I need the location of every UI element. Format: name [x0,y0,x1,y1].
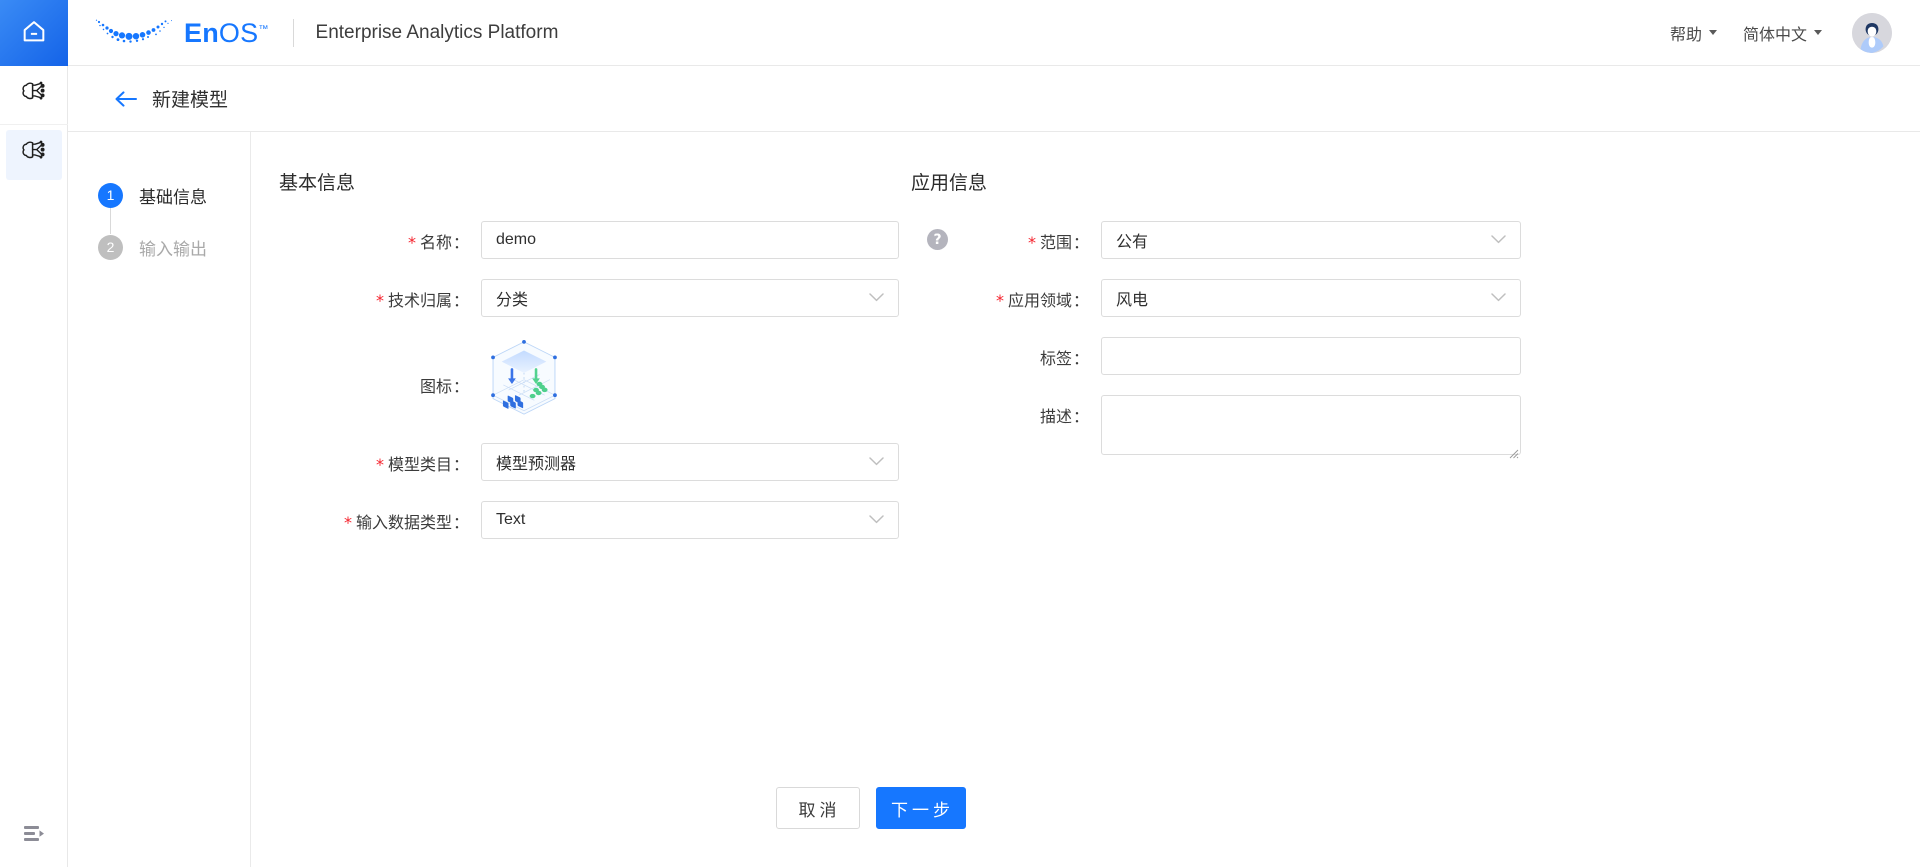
logo-en: En [184,18,219,48]
classification-cube-icon [481,335,567,426]
avatar[interactable] [1852,12,1892,53]
app-title: Enterprise Analytics Platform [315,21,559,43]
field-application-domain-control: 风电 [1101,279,1521,317]
brand-divider [292,18,294,47]
chevron-down-icon [1814,30,1822,35]
name-input[interactable]: demo [481,221,899,259]
field-tech-category: * 技术归属： 分类 [279,279,979,317]
chevron-down-icon [869,511,884,529]
ai-model-icon [20,80,48,111]
cancel-button[interactable]: 取消 [775,787,860,829]
chevron-down-icon [1491,231,1506,249]
logo-tm: ™ [258,24,269,35]
description-textarea[interactable] [1101,395,1521,455]
step-number: 2 [98,234,123,260]
field-input-data-type-control: Text [481,501,899,539]
model-icon-picker[interactable] [481,337,567,423]
step-number: 1 [98,182,123,208]
help-menu[interactable]: 帮助 [1670,21,1717,45]
field-application-domain: * 应用领域： 风电 [911,279,1631,317]
input-data-type-select[interactable]: Text [481,501,899,539]
enos-dots-logo [94,16,178,50]
scope-value: 公有 [1116,234,1149,251]
basic-info-title: 基本信息 [279,173,356,194]
language-menu-label: 简体中文 [1742,26,1807,44]
back-arrow-icon [115,90,137,107]
top-bar-actions: 帮助 简体中文 [1670,12,1892,53]
ai-model-icon [20,139,48,170]
page-body: 1 基础信息 2 输入输出 基本信息 * 名称： demo ? * 技术归属： … [68,132,1920,867]
chevron-down-icon [1708,30,1717,35]
field-description-control [1101,395,1521,460]
field-scope-control: 公有 [1101,221,1521,259]
step-nav: 1 基础信息 2 输入输出 [68,132,251,867]
menu-expand-icon [23,824,45,849]
field-name-label: * 名称： [407,233,469,252]
field-description-label: 描述： [1039,409,1089,426]
field-model-category-label: * 模型类目： [375,455,469,474]
field-tag-control [1101,337,1521,375]
chevron-down-icon [869,289,884,307]
field-tag: 标签： [911,337,1631,375]
step-item-1[interactable]: 1 基础信息 [68,182,250,208]
scope-select[interactable]: 公有 [1101,221,1521,259]
app-root: EnOS™ Enterprise Analytics Platform 帮助 简… [0,0,1920,867]
sidebar-item-ai-2[interactable] [0,125,68,184]
field-input-data-type-label: * 输入数据类型： [343,513,469,532]
model-category-value: 模型预测器 [496,456,577,473]
help-menu-label: 帮助 [1669,26,1702,44]
step-item-2[interactable]: 2 输入输出 [68,234,250,260]
brand[interactable]: EnOS™ [94,16,269,50]
sidebar-item-ai-1[interactable] [0,66,68,125]
field-description: 描述： [911,395,1631,460]
step-label: 基础信息 [139,187,207,207]
user-avatar-icon [1852,12,1892,53]
tech-category-value: 分类 [496,292,529,309]
step-label: 输入输出 [139,239,207,259]
input-data-type-value: Text [496,511,526,528]
sidebar-collapse-button[interactable] [0,805,68,867]
model-category-select[interactable]: 模型预测器 [481,443,899,481]
application-info-section: 应用信息 * 范围： 公有 * 应用领域： 风电 标签： 描述： [911,168,1631,480]
home-button[interactable] [0,0,68,66]
language-menu[interactable]: 简体中文 [1743,21,1822,45]
field-input-data-type: * 输入数据类型： Text [279,501,979,539]
field-tech-category-control: 分类 [481,279,899,317]
application-domain-value: 风电 [1116,292,1149,309]
top-bar: EnOS™ Enterprise Analytics Platform 帮助 简… [68,0,1920,66]
field-application-domain-label: * 应用领域： [995,291,1089,310]
application-info-title: 应用信息 [911,173,988,194]
home-icon [20,17,48,50]
page-header: 新建模型 [68,66,1920,132]
field-name-control: demo ? [481,221,948,259]
form-area: 基本信息 * 名称： demo ? * 技术归属： 分类 图标： * 模型类目：… [251,132,1920,867]
page-title: 新建模型 [152,90,229,111]
field-scope-label: * 范围： [1027,233,1089,252]
basic-info-section: 基本信息 * 名称： demo ? * 技术归属： 分类 图标： * 模型类目：… [279,168,979,559]
tag-input[interactable] [1101,337,1521,375]
field-scope: * 范围： 公有 [911,221,1631,259]
tech-category-select[interactable]: 分类 [481,279,899,317]
back-button[interactable] [114,87,138,111]
application-domain-select[interactable]: 风电 [1101,279,1521,317]
left-rail [0,0,68,867]
logo-os: OS [218,18,259,48]
field-tag-label: 标签： [1039,351,1089,368]
field-tech-category-label: * 技术归属： [375,291,469,310]
rail-spacer [0,184,67,805]
logo-wordmark: EnOS™ [184,20,269,47]
chevron-down-icon [1491,289,1506,307]
field-model-category: * 模型类目： 模型预测器 [279,443,979,481]
next-step-button[interactable]: 下一步 [875,787,966,829]
chevron-down-icon [869,453,884,471]
field-icon: 图标： [279,337,979,423]
main-column: EnOS™ Enterprise Analytics Platform 帮助 简… [68,0,1920,867]
field-model-category-control: 模型预测器 [481,443,899,481]
form-footer: 取消 下一步 [251,749,1920,867]
required-marker: * [407,233,416,252]
field-name: * 名称： demo ? [279,221,979,259]
step-connector [110,208,111,234]
field-icon-label: 图标： [419,379,469,396]
